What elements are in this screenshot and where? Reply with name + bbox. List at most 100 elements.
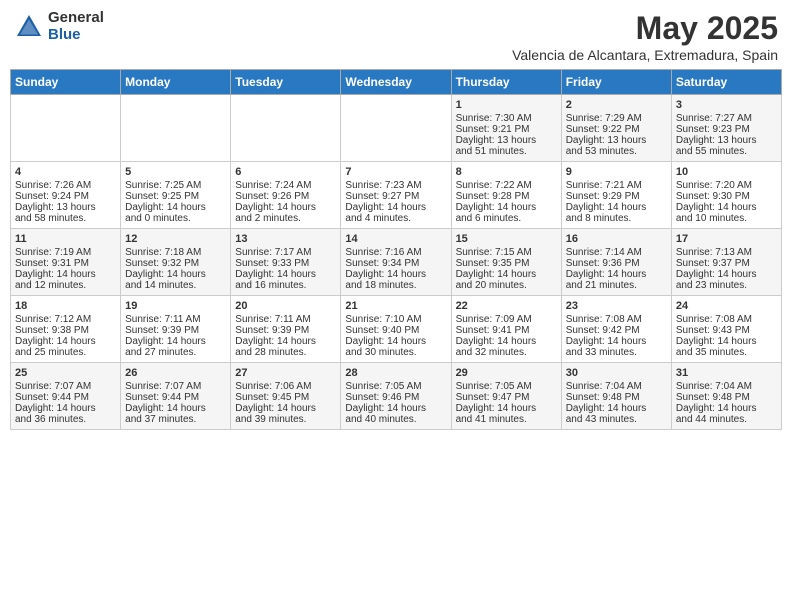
cell-text: and 27 minutes. — [125, 347, 226, 358]
cell-text: and 40 minutes. — [345, 414, 446, 425]
main-title: May 2025 — [512, 10, 778, 47]
cell-text: Daylight: 14 hours — [15, 403, 116, 414]
day-number: 20 — [235, 300, 336, 312]
cell-text: Daylight: 13 hours — [566, 135, 667, 146]
calendar-cell: 14Sunrise: 7:16 AMSunset: 9:34 PMDayligh… — [341, 229, 451, 296]
logo-blue: Blue — [48, 27, 104, 44]
cell-text: Daylight: 14 hours — [235, 403, 336, 414]
cell-text: and 18 minutes. — [345, 280, 446, 291]
cell-text: Sunrise: 7:10 AM — [345, 314, 446, 325]
col-header-tuesday: Tuesday — [231, 70, 341, 95]
day-number: 18 — [15, 300, 116, 312]
cell-text: Sunset: 9:28 PM — [456, 191, 557, 202]
day-number: 14 — [345, 233, 446, 245]
cell-text: Sunset: 9:48 PM — [676, 392, 777, 403]
calendar-cell: 21 Sunrise: 7:10 AMSunset: 9:40 PMDayligh… — [341, 296, 451, 363]
cell-text: and 25 minutes. — [15, 347, 116, 358]
cell-text: Daylight: 14 hours — [566, 403, 667, 414]
day-number: 22 — [456, 300, 557, 312]
cell-text: Daylight: 14 hours — [456, 202, 557, 213]
calendar-cell: 11Sunrise: 7:19 AMSunset: 9:31 PMDayligh… — [11, 229, 121, 296]
col-header-saturday: Saturday — [671, 70, 781, 95]
cell-text: Sunrise: 7:09 AM — [456, 314, 557, 325]
calendar-cell — [231, 95, 341, 162]
cell-text: and 37 minutes. — [125, 414, 226, 425]
cell-text: Sunrise: 7:15 AM — [456, 247, 557, 258]
cell-text: Sunrise: 7:11 AM — [235, 314, 336, 325]
cell-text: and 14 minutes. — [125, 280, 226, 291]
cell-text: Sunrise: 7:06 AM — [235, 381, 336, 392]
cell-text: and 30 minutes. — [345, 347, 446, 358]
day-number: 30 — [566, 367, 667, 379]
day-number: 26 — [125, 367, 226, 379]
cell-text: and 39 minutes. — [235, 414, 336, 425]
cell-text: Sunset: 9:38 PM — [15, 325, 116, 336]
cell-text: Daylight: 14 hours — [125, 336, 226, 347]
cell-text: Sunset: 9:22 PM — [566, 124, 667, 135]
cell-text: Sunset: 9:32 PM — [125, 258, 226, 269]
calendar-cell: 30 Sunrise: 7:04 AMSunset: 9:48 PMDayligh… — [561, 363, 671, 430]
cell-text: Sunset: 9:31 PM — [15, 258, 116, 269]
cell-text: Daylight: 14 hours — [345, 336, 446, 347]
cell-text: and 32 minutes. — [456, 347, 557, 358]
col-header-sunday: Sunday — [11, 70, 121, 95]
day-number: 24 — [676, 300, 777, 312]
calendar-cell: 3Sunrise: 7:27 AMSunset: 9:23 PMDaylight… — [671, 95, 781, 162]
day-number: 21 — [345, 300, 446, 312]
cell-text: Daylight: 14 hours — [676, 403, 777, 414]
day-number: 15 — [456, 233, 557, 245]
calendar-cell — [11, 95, 121, 162]
cell-text: Sunset: 9:40 PM — [345, 325, 446, 336]
cell-text: Sunset: 9:44 PM — [125, 392, 226, 403]
cell-text: Sunset: 9:24 PM — [15, 191, 116, 202]
cell-text: Sunset: 9:26 PM — [235, 191, 336, 202]
day-number: 4 — [15, 166, 116, 178]
day-number: 16 — [566, 233, 667, 245]
day-number: 6 — [235, 166, 336, 178]
col-header-monday: Monday — [121, 70, 231, 95]
cell-text: and 8 minutes. — [566, 213, 667, 224]
cell-text: Sunset: 9:25 PM — [125, 191, 226, 202]
cell-text: Daylight: 14 hours — [676, 269, 777, 280]
cell-text: Sunset: 9:48 PM — [566, 392, 667, 403]
cell-text: Daylight: 14 hours — [235, 269, 336, 280]
calendar-cell: 9Sunrise: 7:21 AMSunset: 9:29 PMDaylight… — [561, 162, 671, 229]
cell-text: Daylight: 14 hours — [345, 202, 446, 213]
calendar-cell: 27Sunrise: 7:06 AMSunset: 9:45 PMDayligh… — [231, 363, 341, 430]
calendar-cell: 7Sunrise: 7:23 AMSunset: 9:27 PMDaylight… — [341, 162, 451, 229]
calendar-cell: 13Sunrise: 7:17 AMSunset: 9:33 PMDayligh… — [231, 229, 341, 296]
cell-text: and 36 minutes. — [15, 414, 116, 425]
calendar-cell: 6Sunrise: 7:24 AMSunset: 9:26 PMDaylight… — [231, 162, 341, 229]
cell-text: Sunrise: 7:19 AM — [15, 247, 116, 258]
cell-text: Sunset: 9:37 PM — [676, 258, 777, 269]
cell-text: Sunset: 9:23 PM — [676, 124, 777, 135]
cell-text: Daylight: 14 hours — [345, 269, 446, 280]
cell-text: and 41 minutes. — [456, 414, 557, 425]
cell-text: Daylight: 14 hours — [566, 336, 667, 347]
cell-text: and 28 minutes. — [235, 347, 336, 358]
day-number: 2 — [566, 99, 667, 111]
day-number: 11 — [15, 233, 116, 245]
cell-text: Daylight: 14 hours — [566, 269, 667, 280]
cell-text: Sunrise: 7:23 AM — [345, 180, 446, 191]
cell-text: and 0 minutes. — [125, 213, 226, 224]
cell-text: Sunrise: 7:27 AM — [676, 113, 777, 124]
cell-text: and 6 minutes. — [456, 213, 557, 224]
cell-text: Sunrise: 7:08 AM — [566, 314, 667, 325]
col-header-wednesday: Wednesday — [341, 70, 451, 95]
cell-text: Daylight: 14 hours — [456, 403, 557, 414]
cell-text: Sunset: 9:46 PM — [345, 392, 446, 403]
cell-text: Sunset: 9:45 PM — [235, 392, 336, 403]
day-number: 9 — [566, 166, 667, 178]
cell-text: Sunrise: 7:04 AM — [676, 381, 777, 392]
calendar-cell: 5Sunrise: 7:25 AMSunset: 9:25 PMDaylight… — [121, 162, 231, 229]
cell-text: Sunrise: 7:18 AM — [125, 247, 226, 258]
cell-text: Sunrise: 7:25 AM — [125, 180, 226, 191]
cell-text: Daylight: 13 hours — [15, 202, 116, 213]
cell-text: Sunrise: 7:13 AM — [676, 247, 777, 258]
cell-text: and 10 minutes. — [676, 213, 777, 224]
calendar-cell: 25Sunrise: 7:07 AMSunset: 9:44 PMDayligh… — [11, 363, 121, 430]
cell-text: Sunrise: 7:30 AM — [456, 113, 557, 124]
logo: General Blue — [14, 10, 104, 43]
cell-text: Sunrise: 7:04 AM — [566, 381, 667, 392]
